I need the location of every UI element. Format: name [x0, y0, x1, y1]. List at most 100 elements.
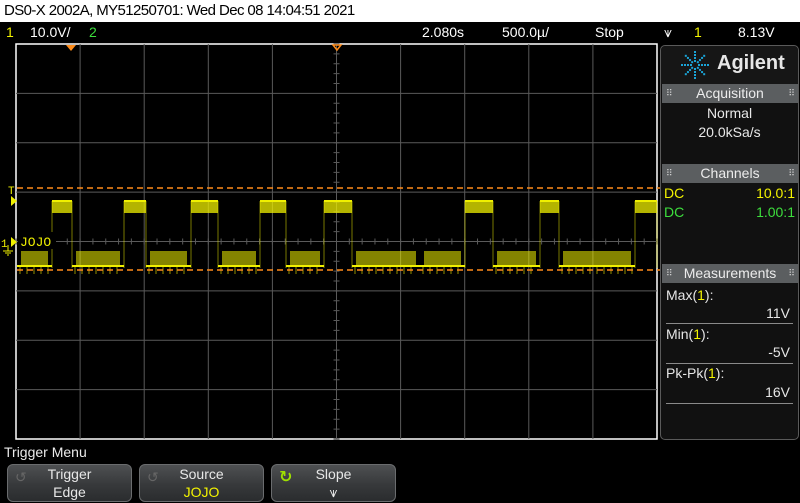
spark-dot [701, 56, 704, 59]
trigger-source-softkey[interactable]: ↺ Source JOJO [139, 464, 264, 502]
channel1-indicator[interactable]: 1 [6, 22, 14, 42]
spark-dot [694, 57, 696, 59]
spark-dot [698, 64, 700, 66]
channel1-label: JOJO [20, 235, 51, 250]
spark-dot [694, 51, 696, 53]
trace-high-segment [191, 201, 218, 213]
spark-dot [689, 59, 692, 62]
spark-dot [691, 66, 694, 69]
acquisition-sample-rate: 20.0kSa/s [698, 124, 761, 140]
grip-icon: ⠿ [666, 88, 673, 98]
status-bar: 1 10.0V/ 2 2.080s 500.0µ/ Stop ⩛ 1 8.13V [0, 22, 800, 42]
window-title-bar: DS0-X 2002A, MY51250701: Wed Dec 08 14:0… [0, 0, 800, 22]
channels-title: Channels [700, 165, 760, 181]
grip-icon: ⠿ [788, 88, 795, 98]
spark-dot [686, 56, 689, 59]
spark-dot [703, 73, 706, 76]
softkey-label: Slope [315, 466, 352, 482]
trigger-source[interactable]: 1 [694, 22, 702, 42]
grip-icon: ⠿ [666, 168, 673, 178]
softkey-value: JOJO [183, 484, 220, 500]
acquisition-header[interactable]: ⠿ Acquisition ⠿ [662, 84, 798, 103]
spark-dot [694, 77, 696, 79]
softkey-label: Source [179, 466, 224, 482]
measurements-title: Measurements [683, 265, 777, 281]
channels-header[interactable]: ⠿ Channels ⠿ [662, 164, 798, 183]
time-delay[interactable]: 2.080s [422, 22, 464, 42]
measurement-max-label: Max(1): [666, 287, 714, 303]
channel2-row[interactable]: DC 1.00:1 [664, 204, 795, 220]
softkey-label: Trigger [47, 466, 92, 482]
channel1-ground-marker-label: 1 [1, 239, 8, 251]
spark-dot [684, 64, 686, 66]
spark-dot [691, 61, 694, 64]
trace-high-segment [260, 201, 286, 213]
channel1-probe: 10.0:1 [756, 185, 795, 201]
trace-high-segment [324, 201, 352, 213]
spark-dot [694, 68, 696, 70]
spark-dot [684, 73, 687, 76]
trigger-position-marker-icon [66, 45, 76, 51]
spark-dot [694, 54, 696, 56]
grip-icon: ⠿ [666, 268, 673, 278]
trace-low-noise [356, 251, 416, 266]
spark-dot [687, 64, 689, 66]
run-state[interactable]: Stop [595, 22, 624, 42]
divider [666, 323, 793, 324]
time-scale[interactable]: 500.0µ/ [502, 22, 549, 42]
spark-dot [696, 61, 699, 64]
measurement-pkpk-value: 16V [765, 384, 790, 400]
brand-name: Agilent [717, 52, 785, 74]
softkey-value: ⩛ [329, 484, 338, 500]
channel2-coupling: DC [664, 204, 685, 220]
waveform-display[interactable]: T 1 JOJO [0, 42, 660, 442]
trigger-level[interactable]: 8.13V [738, 22, 775, 42]
trace-low-noise [222, 251, 256, 266]
spark-dot [694, 74, 696, 76]
measurement-min-value: -5V [768, 344, 790, 360]
channel1-scale[interactable]: 10.0V/ [30, 22, 70, 42]
menu-title: Trigger Menu [4, 444, 87, 460]
divider [666, 403, 793, 404]
trace-low-noise [76, 251, 120, 266]
spark-dot [704, 64, 706, 66]
channel2-indicator[interactable]: 2 [89, 22, 97, 42]
trace-high-segment [540, 201, 559, 213]
softkey-value: Edge [53, 484, 86, 500]
trace-low-noise [290, 251, 320, 266]
window-title: DS0-X 2002A, MY51250701: Wed Dec 08 14:0… [4, 2, 355, 19]
agilent-spark-icon [681, 51, 709, 79]
spark-dot [694, 71, 696, 73]
trace-low-noise [424, 251, 461, 266]
trigger-type-softkey[interactable]: ↺ Trigger Edge [7, 464, 132, 502]
grip-icon: ⠿ [788, 168, 795, 178]
graticule-grid [15, 43, 658, 440]
spark-dot [701, 64, 703, 66]
trigger-slope-softkey[interactable]: ↻ Slope ⩛ [271, 464, 396, 502]
trigger-slope-icon: ⩛ [664, 24, 672, 40]
trace-high-segment [124, 201, 146, 213]
spark-dot [690, 64, 692, 66]
trace-low-noise [497, 251, 536, 266]
measurements-header[interactable]: ⠿ Measurements ⠿ [662, 264, 798, 283]
trigger-level-marker-label: T [8, 186, 15, 198]
grip-icon: ⠿ [788, 268, 795, 278]
trace-high-segment [465, 201, 493, 213]
spark-dot [698, 59, 701, 62]
measurement-pkpk-label: Pk-Pk(1): [666, 365, 725, 381]
spark-dot [698, 68, 701, 71]
spark-dot [684, 54, 687, 57]
spark-dot [689, 68, 692, 71]
spark-dot [701, 71, 704, 74]
channel1-row[interactable]: DC 10.0:1 [664, 185, 795, 201]
trace-low-noise [21, 251, 48, 266]
trace-low-noise [563, 251, 631, 266]
spark-dot [707, 64, 709, 66]
spark-dot [681, 64, 683, 66]
trace-low-noise [150, 251, 187, 266]
acquisition-mode: Normal [706, 105, 753, 121]
measurement-max-value: 11V [766, 305, 790, 321]
trace-high-segment [52, 201, 72, 213]
measurement-min-label: Min(1): [666, 326, 710, 342]
waveform-canvas[interactable]: T 1 JOJO [0, 42, 660, 442]
